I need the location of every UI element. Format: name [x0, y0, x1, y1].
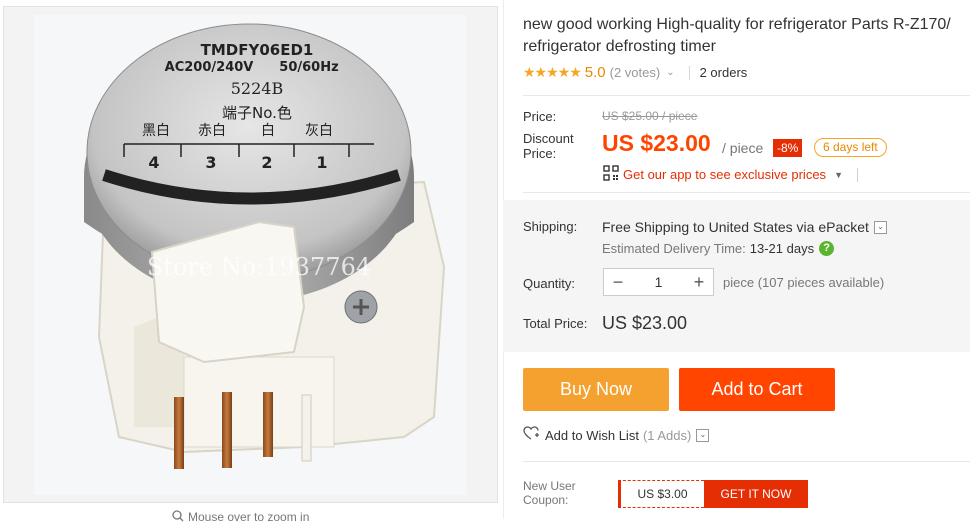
label-model: TMDFY06ED1	[201, 41, 314, 59]
discount-badge: -8%	[773, 139, 803, 157]
quantity-input[interactable]	[632, 273, 685, 291]
delivery-estimate-value: 13-21 days	[749, 241, 815, 256]
divider-middle	[523, 192, 970, 193]
label-voltage: AC200/240V	[165, 60, 254, 75]
delivery-estimate: Estimated Delivery Time: 13-21 days ?	[602, 241, 835, 256]
rating-row: ★★★★★ 5.0 (2 votes) ⌄ 2 orders	[523, 64, 747, 81]
quantity-decrease-button[interactable]: −	[604, 272, 632, 293]
price-label: Price:	[523, 109, 557, 124]
rating-value: 5.0	[584, 64, 606, 81]
quantity-label: Quantity:	[523, 276, 576, 291]
zoom-hint: Mouse over to zoom in	[172, 510, 309, 525]
label-color-4: 黑白	[142, 123, 170, 139]
product-title: new good working High-quality for refrig…	[523, 14, 970, 58]
quantity-increase-button[interactable]: +	[685, 272, 713, 293]
product-image[interactable]: TMDFY06ED1 AC200/240V 50/60Hz 5224B 端子No…	[3, 6, 498, 503]
discount-price: US $23.00	[602, 130, 711, 156]
rating-stars-icon: ★★★★★	[523, 64, 582, 80]
divider-bottom	[523, 461, 970, 462]
price-unit: / piece	[722, 140, 764, 156]
chevron-down-icon[interactable]: ⌄	[666, 67, 674, 78]
days-left-badge: 6 days left	[814, 138, 887, 157]
product-title-line-2: refrigerator defrosting timer	[523, 38, 716, 55]
wish-list[interactable]: Add to Wish List (1 Adds) ⌄	[523, 426, 710, 444]
chevron-down-icon[interactable]: ⌄	[696, 428, 710, 442]
rating-divider	[688, 65, 690, 80]
label-code: 5224B	[231, 79, 283, 98]
quantity-stepper: − +	[603, 268, 714, 296]
coupon-label-line-2: Coupon:	[523, 493, 569, 507]
add-to-cart-button[interactable]: Add to Cart	[679, 368, 835, 411]
zoom-hint-text: Mouse over to zoom in	[188, 510, 310, 524]
chevron-down-icon[interactable]: ⌄	[873, 220, 887, 234]
qr-code-icon	[603, 165, 619, 184]
app-promo[interactable]: Get our app to see exclusive prices ▼	[603, 165, 858, 184]
label-num-2: 2	[261, 153, 272, 172]
magnifier-icon	[172, 510, 184, 525]
shipping-label: Shipping:	[523, 219, 578, 234]
buy-now-button[interactable]: Buy Now	[523, 368, 669, 411]
orders-count: 2 orders	[699, 65, 748, 80]
get-coupon-button[interactable]: GET IT NOW	[704, 480, 808, 508]
total-price-label: Total Price:	[523, 316, 588, 331]
original-price: US $25.00 / piece	[602, 109, 698, 123]
rating-votes-link[interactable]: (2 votes)	[610, 65, 661, 80]
label-terminal-title: 端子No.色	[222, 104, 292, 122]
wish-list-link[interactable]: Add to Wish List	[545, 428, 639, 443]
label-frequency: 50/60Hz	[279, 60, 338, 75]
caret-down-icon[interactable]: ▼	[834, 170, 843, 180]
help-icon[interactable]: ?	[819, 241, 835, 256]
coupon-label: New User Coupon:	[523, 479, 576, 507]
timer-photo: TMDFY06ED1 AC200/240V 50/60Hz 5224B 端子No…	[34, 15, 466, 495]
label-num-3: 3	[205, 153, 216, 172]
quantity-available: piece (107 pieces available)	[723, 275, 885, 290]
divider-top	[523, 95, 970, 96]
wish-list-count: (1 Adds)	[642, 427, 692, 443]
product-title-line-1: new good working High-quality for refrig…	[523, 16, 951, 33]
image-watermark: Store No:1937764	[147, 253, 371, 281]
new-user-coupon[interactable]: US $3.00 GET IT NOW	[618, 480, 808, 508]
delivery-estimate-label: Estimated Delivery Time:	[602, 241, 746, 256]
discount-price-label-line-1: Discount	[523, 131, 574, 146]
discount-price-label-line-2: Price:	[523, 146, 557, 161]
label-num-4: 4	[148, 153, 159, 172]
total-price: US $23.00	[602, 313, 688, 333]
shipping-value[interactable]: Free Shipping to United States via ePack…	[602, 219, 869, 235]
label-color-3: 赤白	[198, 123, 226, 139]
heart-plus-icon[interactable]	[523, 426, 540, 444]
coupon-amount: US $3.00	[618, 480, 704, 508]
app-promo-link[interactable]: Get our app to see exclusive prices	[623, 167, 826, 182]
coupon-label-line-1: New User	[523, 479, 576, 493]
label-color-2: 白	[261, 123, 275, 139]
label-num-1: 1	[316, 153, 327, 172]
discount-price-label: Discount Price:	[523, 131, 574, 161]
label-color-1: 灰白	[305, 123, 333, 139]
app-promo-divider	[856, 167, 858, 182]
shipping-selector[interactable]: Free Shipping to United States via ePack…	[602, 219, 887, 235]
